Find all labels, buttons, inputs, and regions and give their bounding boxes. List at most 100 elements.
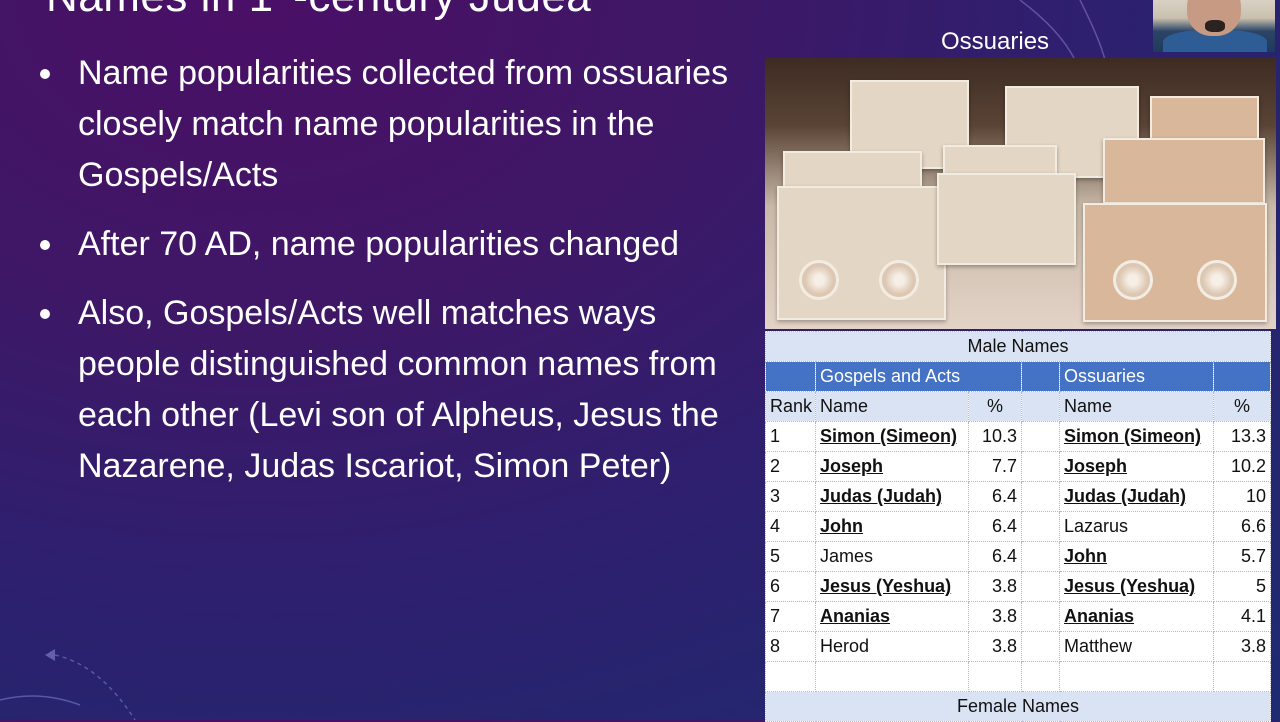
- bullet-dot-icon: [40, 309, 50, 319]
- spacer-cell: [1021, 571, 1060, 602]
- table-row: 6 Jesus (Yeshua) 3.8 Jesus (Yeshua) 5: [765, 571, 1272, 602]
- empty-cell: [1059, 661, 1214, 692]
- ossuary-box: [1083, 203, 1267, 322]
- rosette-carving: [879, 260, 919, 300]
- bullet-dot-icon: [40, 240, 50, 250]
- ossuary-box: [1103, 138, 1265, 204]
- empty-cell: [968, 661, 1022, 692]
- gospel-pct-cell: 3.8: [968, 631, 1022, 662]
- group-header-spacer: [765, 361, 816, 392]
- group-header-ossuaries: Ossuaries: [1059, 361, 1214, 392]
- rank-cell: 2: [765, 451, 816, 482]
- bullet-item: Name popularities collected from ossuari…: [36, 48, 756, 201]
- ossuary-pct-cell: 5.7: [1212, 541, 1272, 572]
- male-names-header-row: Male Names: [764, 331, 1272, 362]
- empty-cell: [1212, 661, 1272, 692]
- ossuary-name-cell: Jesus (Yeshua): [1059, 571, 1214, 602]
- webcam-beard: [1205, 20, 1225, 32]
- empty-row: [765, 661, 1272, 692]
- slide-title: Names in 1st-century Judea: [46, 0, 591, 22]
- spacer-cell: [1021, 511, 1060, 542]
- bullet-text: Name popularities collected from ossuari…: [78, 54, 729, 194]
- spacer-cell: [1021, 481, 1060, 512]
- gospel-pct-cell: 3.8: [968, 571, 1022, 602]
- ossuary-name-cell: John: [1059, 541, 1214, 572]
- bullet-item: Also, Gospels/Acts well matches ways peo…: [36, 288, 756, 492]
- spacer-cell: [1021, 631, 1060, 662]
- rosette-carving: [1197, 260, 1237, 300]
- ossuary-pct-cell: 4.1: [1212, 601, 1272, 632]
- table-row: 2 Joseph 7.7 Joseph 10.2: [765, 451, 1272, 482]
- table-row: 4 John 6.4 Lazarus 6.6: [765, 511, 1272, 542]
- col-header-gospel-pct: %: [968, 391, 1022, 422]
- spacer-cell: [1021, 451, 1060, 482]
- arrow-head-decoration: [45, 649, 55, 661]
- col-header-ossuary-pct: %: [1212, 391, 1272, 422]
- presenter-webcam: [1153, 0, 1275, 52]
- ossuary-pct-cell: 10.2: [1212, 451, 1272, 482]
- gospel-pct-cell: 6.4: [968, 511, 1022, 542]
- gospel-name-cell: John: [815, 511, 969, 542]
- group-header-gospels: Gospels and Acts: [815, 361, 1022, 392]
- ossuaries-photo: [765, 58, 1276, 329]
- rank-cell: 4: [765, 511, 816, 542]
- ossuary-pct-cell: 6.6: [1212, 511, 1272, 542]
- bullet-item: After 70 AD, name popularities changed: [36, 219, 756, 270]
- gospel-pct-cell: 6.4: [968, 541, 1022, 572]
- gospel-name-cell: Simon (Simeon): [815, 421, 969, 452]
- ossuary-pct-cell: 3.8: [1212, 631, 1272, 662]
- ossuary-name-cell: Ananias: [1059, 601, 1214, 632]
- spacer-cell: [1021, 541, 1060, 572]
- ossuary-name-cell: Lazarus: [1059, 511, 1214, 542]
- group-header-spacer: [1212, 361, 1272, 392]
- empty-cell: [815, 661, 969, 692]
- empty-cell: [1021, 661, 1060, 692]
- name-popularity-table: Male Names Gospels and Acts Ossuaries Ra…: [764, 331, 1272, 722]
- bullet-text: After 70 AD, name popularities changed: [78, 225, 680, 263]
- female-names-title: Female Names: [764, 691, 1272, 722]
- table-row: 7 Ananias 3.8 Ananias 4.1: [765, 601, 1272, 632]
- ossuary-pct-cell: 13.3: [1212, 421, 1272, 452]
- gospel-name-cell: Joseph: [815, 451, 969, 482]
- column-header-row: Rank Name % Name %: [765, 391, 1272, 422]
- ossuary-pct-cell: 5: [1212, 571, 1272, 602]
- spacer-cell: [1021, 601, 1060, 632]
- rosette-carving: [1113, 260, 1153, 300]
- gospel-pct-cell: 10.3: [968, 421, 1022, 452]
- image-caption: Ossuaries: [941, 28, 1050, 55]
- col-header-rank: Rank: [765, 391, 816, 422]
- ossuary-box: [937, 173, 1076, 265]
- title-text-rest: -century Judea: [293, 0, 591, 21]
- compass-arc-bottom-left: [0, 654, 136, 720]
- rank-cell: 7: [765, 601, 816, 632]
- rank-cell: 5: [765, 541, 816, 572]
- group-header-row: Gospels and Acts Ossuaries: [765, 361, 1272, 392]
- table-row: 5 James 6.4 John 5.7: [765, 541, 1272, 572]
- rank-cell: 6: [765, 571, 816, 602]
- gospel-name-cell: Jesus (Yeshua): [815, 571, 969, 602]
- table-row: 1 Simon (Simeon) 10.3 Simon (Simeon) 13.3: [765, 421, 1272, 452]
- col-header-spacer: [1021, 391, 1060, 422]
- ossuary-box: [777, 186, 946, 320]
- ossuary-name-cell: Judas (Judah): [1059, 481, 1214, 512]
- gospel-pct-cell: 6.4: [968, 481, 1022, 512]
- gospel-name-cell: Judas (Judah): [815, 481, 969, 512]
- rank-cell: 3: [765, 481, 816, 512]
- gospel-name-cell: Ananias: [815, 601, 969, 632]
- title-text: Names in 1: [46, 0, 274, 21]
- ossuary-name-cell: Simon (Simeon): [1059, 421, 1214, 452]
- bullet-dot-icon: [40, 69, 50, 79]
- col-header-ossuary-name: Name: [1059, 391, 1214, 422]
- bullet-list: Name popularities collected from ossuari…: [36, 48, 756, 510]
- ossuary-name-cell: Matthew: [1059, 631, 1214, 662]
- female-names-header-row: Female Names: [764, 691, 1272, 722]
- gospel-pct-cell: 3.8: [968, 601, 1022, 632]
- rank-cell: 1: [765, 421, 816, 452]
- gospel-name-cell: Herod: [815, 631, 969, 662]
- table-body: 1 Simon (Simeon) 10.3 Simon (Simeon) 13.3 2 Jo…: [765, 421, 1272, 662]
- rosette-carving: [799, 260, 839, 300]
- group-header-spacer: [1021, 361, 1060, 392]
- table-row: 8 Herod 3.8 Matthew 3.8: [765, 631, 1272, 662]
- male-names-title: Male Names: [764, 331, 1272, 362]
- title-superscript: st: [274, 0, 294, 1]
